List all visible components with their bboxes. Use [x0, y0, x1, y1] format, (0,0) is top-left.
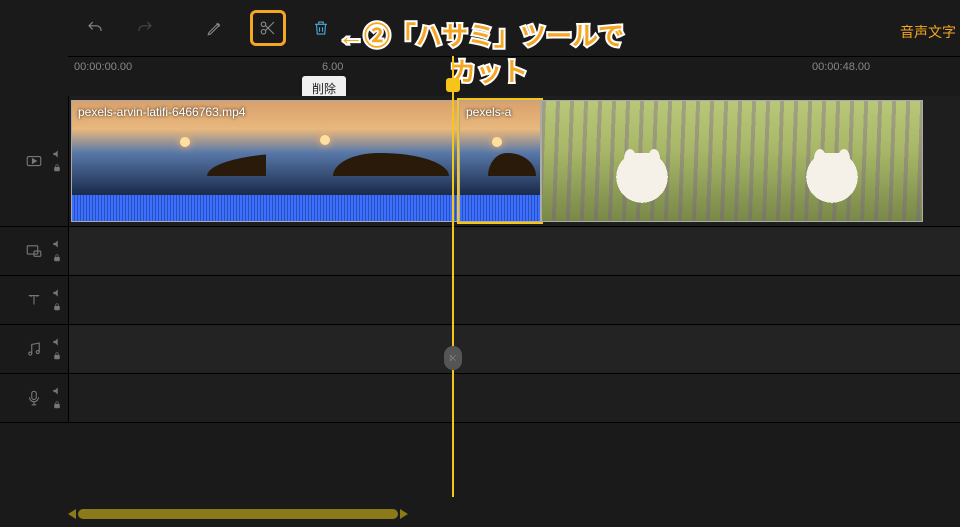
pip-track-lane[interactable] [69, 227, 960, 275]
mic-track-row [0, 374, 960, 423]
horizontal-scrollbar[interactable] [68, 509, 950, 519]
timeline-tracks: pexels-arvin-latifi-6466763.mp4 pexels-a [0, 96, 960, 497]
playhead[interactable] [452, 56, 454, 497]
timeline-clip-2[interactable]: pexels-a [459, 100, 541, 222]
mic-track-lane[interactable] [69, 374, 960, 422]
video-track-lane[interactable]: pexels-arvin-latifi-6466763.mp4 pexels-a [69, 96, 960, 226]
mic-track-label[interactable] [0, 374, 69, 422]
ruler-tick: 00:00:00.00 [74, 61, 132, 73]
ruler-tick: 00:00:48.00 [812, 61, 870, 73]
clip-filename: pexels-a [466, 105, 511, 119]
audio-track-lane[interactable] [69, 325, 960, 373]
video-track-row: pexels-arvin-latifi-6466763.mp4 pexels-a [0, 96, 960, 227]
ruler-tick: 6.00 [322, 61, 343, 73]
pip-track-row [0, 227, 960, 276]
trash-button[interactable] [306, 13, 336, 43]
annotation-line1: ←②「ハサミ」ツールで [338, 16, 624, 53]
redo-button[interactable] [130, 13, 160, 43]
text-track-lane[interactable] [69, 276, 960, 324]
timeline-clip-1[interactable]: pexels-arvin-latifi-6466763.mp4 [71, 100, 460, 222]
text-track-row [0, 276, 960, 325]
annotation-line2: カット [450, 52, 528, 89]
text-track-label[interactable] [0, 276, 69, 324]
clip-filename: pexels-arvin-latifi-6466763.mp4 [78, 105, 245, 119]
playhead-scissors-icon [444, 346, 462, 370]
pip-track-label[interactable] [0, 227, 69, 275]
scissors-button[interactable] [250, 10, 286, 46]
pencil-button[interactable] [200, 13, 230, 43]
audio-text-label: 音声文字 [900, 22, 956, 42]
audio-track-row [0, 325, 960, 374]
undo-button[interactable] [80, 13, 110, 43]
video-track-label[interactable] [0, 96, 69, 226]
scrollbar-thumb[interactable] [78, 509, 398, 519]
audio-track-label[interactable] [0, 325, 69, 373]
timeline-clip-3[interactable] [541, 100, 923, 222]
